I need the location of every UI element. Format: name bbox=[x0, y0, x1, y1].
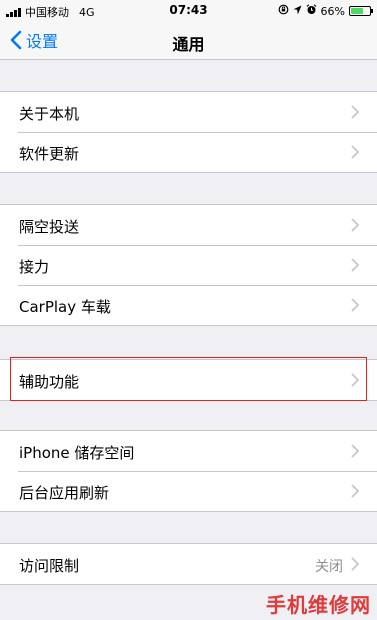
row-label: 接力 bbox=[19, 258, 50, 276]
row-airdrop[interactable]: 隔空投送 bbox=[0, 205, 377, 245]
row-iphone-storage[interactable]: iPhone 储存空间 bbox=[0, 431, 377, 471]
status-right: 66% bbox=[278, 4, 373, 18]
chevron-right-icon bbox=[351, 557, 359, 571]
page-title: 通用 bbox=[172, 35, 205, 54]
settings-group-storage: iPhone 储存空间 后台应用刷新 bbox=[0, 430, 377, 512]
chevron-right-icon bbox=[351, 373, 359, 387]
chevron-right-icon bbox=[351, 218, 359, 232]
status-bar: 中国移动 4G 07:43 66% bbox=[0, 0, 377, 22]
row-background-refresh[interactable]: 后台应用刷新 bbox=[0, 471, 377, 511]
row-label: 访问限制 bbox=[19, 557, 80, 575]
battery-nub bbox=[371, 9, 373, 13]
battery-icon bbox=[349, 6, 373, 16]
row-value: 关闭 bbox=[315, 559, 343, 575]
chevron-right-icon bbox=[351, 484, 359, 498]
chevron-right-icon bbox=[351, 444, 359, 458]
settings-group-device: 关于本机 软件更新 bbox=[0, 91, 377, 173]
row-accessibility[interactable]: 辅助功能 bbox=[0, 360, 377, 400]
orientation-lock-icon bbox=[278, 4, 289, 18]
chevron-right-icon bbox=[351, 105, 359, 119]
battery-fill bbox=[351, 8, 363, 14]
row-restrictions[interactable]: 访问限制 关闭 bbox=[0, 544, 377, 584]
row-handoff[interactable]: 接力 bbox=[0, 245, 377, 285]
row-label: 隔空投送 bbox=[19, 218, 80, 236]
row-label: CarPlay 车载 bbox=[19, 298, 111, 316]
row-about[interactable]: 关于本机 bbox=[0, 92, 377, 132]
watermark: 手机维修网 bbox=[266, 593, 371, 617]
nav-bar: 设置 通用 bbox=[0, 22, 377, 60]
row-carplay[interactable]: CarPlay 车载 bbox=[0, 285, 377, 325]
settings-group-connectivity: 隔空投送 接力 CarPlay 车载 bbox=[0, 204, 377, 326]
row-label: 后台应用刷新 bbox=[19, 484, 110, 502]
row-label: 辅助功能 bbox=[19, 373, 80, 391]
settings-group-restrictions: 访问限制 关闭 bbox=[0, 543, 377, 585]
chevron-right-icon bbox=[351, 258, 359, 272]
row-label: 软件更新 bbox=[19, 145, 80, 163]
location-icon bbox=[293, 5, 302, 18]
battery-percent: 66% bbox=[320, 4, 345, 18]
settings-group-accessibility: 辅助功能 bbox=[0, 359, 377, 401]
row-label: iPhone 储存空间 bbox=[19, 444, 135, 462]
alarm-icon bbox=[306, 4, 317, 18]
chevron-right-icon bbox=[351, 145, 359, 159]
row-label: 关于本机 bbox=[19, 105, 80, 123]
row-software-update[interactable]: 软件更新 bbox=[0, 132, 377, 172]
chevron-right-icon bbox=[351, 298, 359, 312]
